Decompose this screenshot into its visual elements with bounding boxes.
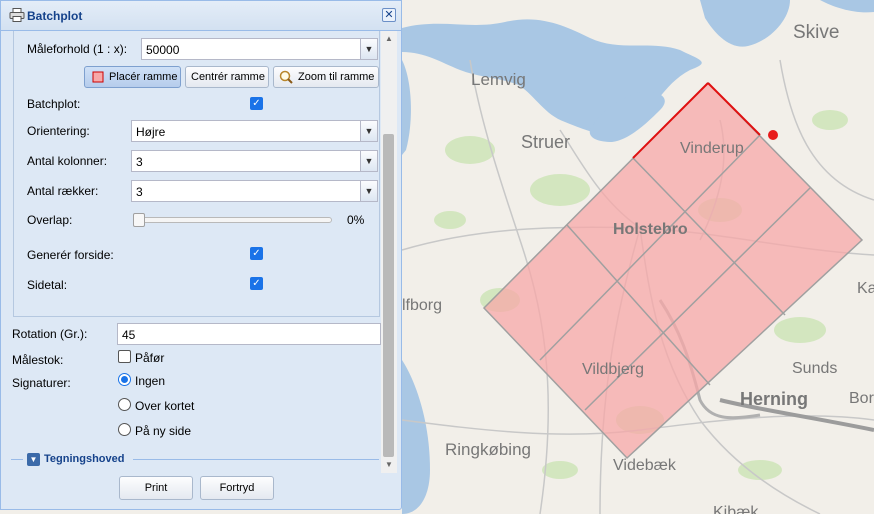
drawing-header-toggle[interactable]: Tegningshoved	[44, 453, 124, 465]
expand-toggle-icon[interactable]: ▼	[27, 453, 40, 466]
map-label-sunds: Sunds	[792, 360, 837, 377]
map-label-bor: Bor	[849, 390, 874, 407]
signature-option-new-page: På ny side	[135, 424, 192, 438]
rows-label: Antal rækker:	[27, 184, 99, 198]
map-label-ka: Ka	[857, 280, 874, 297]
print-button[interactable]: Print	[119, 476, 193, 500]
map-label-vildbjerg: Vildbjerg	[582, 361, 644, 378]
scale-combo[interactable]: 50000 ▼	[141, 38, 378, 60]
chevron-down-icon[interactable]: ▼	[360, 39, 377, 59]
map-label-kibaek: Kibæk	[713, 504, 759, 514]
map-label-videbaek: Videbæk	[613, 457, 677, 474]
zoom-to-frame-label: Zoom til ramme	[298, 71, 375, 83]
signature-option-none: Ingen	[135, 374, 166, 388]
page-number-checkbox[interactable]: ✓	[250, 277, 263, 290]
scrollbar-thumb[interactable]	[383, 134, 394, 457]
printer-icon	[9, 8, 25, 22]
overlap-value: 0%	[347, 213, 365, 227]
scalebar-checkbox[interactable]	[118, 350, 131, 363]
rotation-label: Rotation (Gr.):	[12, 327, 88, 341]
batchplot-checkbox[interactable]: ✓	[250, 97, 263, 110]
columns-label: Antal kolonner:	[27, 154, 108, 168]
section-divider-right	[133, 459, 379, 460]
zoom-to-frame-button[interactable]: Zoom til ramme	[273, 66, 379, 88]
signatures-label: Signaturer:	[12, 376, 71, 390]
scale-value: 50000	[146, 43, 180, 57]
chevron-down-icon[interactable]: ▼	[360, 151, 377, 171]
chevron-down-icon[interactable]: ▼	[360, 181, 377, 201]
scroll-down-icon[interactable]: ▼	[381, 458, 397, 472]
map-label-lfborg: lfborg	[402, 297, 442, 314]
magnifier-icon	[279, 70, 293, 84]
front-page-checkbox[interactable]: ✓	[250, 247, 263, 260]
page-number-label: Sidetal:	[27, 278, 68, 292]
overlap-slider-track[interactable]	[135, 217, 332, 223]
place-frame-label: Placér ramme	[109, 71, 178, 83]
map-label-lemvig: Lemvig	[471, 70, 526, 89]
scalebar-label: Målestok:	[12, 353, 64, 367]
cancel-button[interactable]: Fortryd	[200, 476, 274, 500]
map-label-struer: Struer	[521, 132, 570, 152]
rows-combo[interactable]: 3 ▼	[131, 180, 378, 202]
map-marker[interactable]	[768, 130, 778, 140]
signature-radio-none[interactable]	[118, 373, 131, 386]
square-frame-icon	[92, 71, 104, 83]
rows-value: 3	[136, 185, 143, 199]
rotation-input[interactable]: 45	[117, 323, 381, 345]
map-label-vinderup: Vinderup	[680, 140, 744, 157]
center-frame-label: Centrér ramme	[191, 71, 265, 83]
signature-radio-new-page[interactable]	[118, 423, 131, 436]
scalebar-option-label: Påfør	[135, 351, 165, 365]
columns-value: 3	[136, 155, 143, 169]
batchplot-label: Batchplot:	[27, 97, 81, 111]
scale-label: Måleforhold (1 : x):	[27, 42, 128, 56]
batchplot-panel: Batchplot ✕ Måleforhold (1 : x): 50000 ▼…	[0, 0, 402, 510]
map-label-herning: Herning	[740, 389, 808, 409]
map-label-holstebro: Holstebro	[613, 221, 688, 238]
section-divider-left	[11, 459, 23, 460]
center-frame-button[interactable]: Centrér ramme	[185, 66, 269, 88]
front-page-label: Generér forside:	[27, 248, 114, 262]
chevron-down-icon[interactable]: ▼	[360, 121, 377, 141]
close-button[interactable]: ✕	[382, 8, 396, 22]
panel-titlebar[interactable]: Batchplot ✕	[1, 1, 401, 31]
columns-combo[interactable]: 3 ▼	[131, 150, 378, 172]
rotation-value: 45	[122, 328, 136, 342]
overlap-slider-thumb[interactable]	[133, 213, 145, 227]
map-label-skive: Skive	[793, 22, 839, 43]
orientation-label: Orientering:	[27, 124, 90, 138]
signature-radio-over-map[interactable]	[118, 398, 131, 411]
signature-option-over-map: Over kortet	[135, 399, 195, 413]
orientation-combo[interactable]: Højre ▼	[131, 120, 378, 142]
place-frame-button[interactable]: Placér ramme	[84, 66, 181, 88]
panel-title: Batchplot	[27, 9, 83, 23]
overlap-label: Overlap:	[27, 213, 73, 227]
close-icon: ✕	[384, 9, 394, 21]
orientation-value: Højre	[136, 125, 166, 139]
scroll-up-icon[interactable]: ▲	[381, 32, 397, 46]
map-label-ringkobing: Ringkøbing	[445, 440, 531, 459]
